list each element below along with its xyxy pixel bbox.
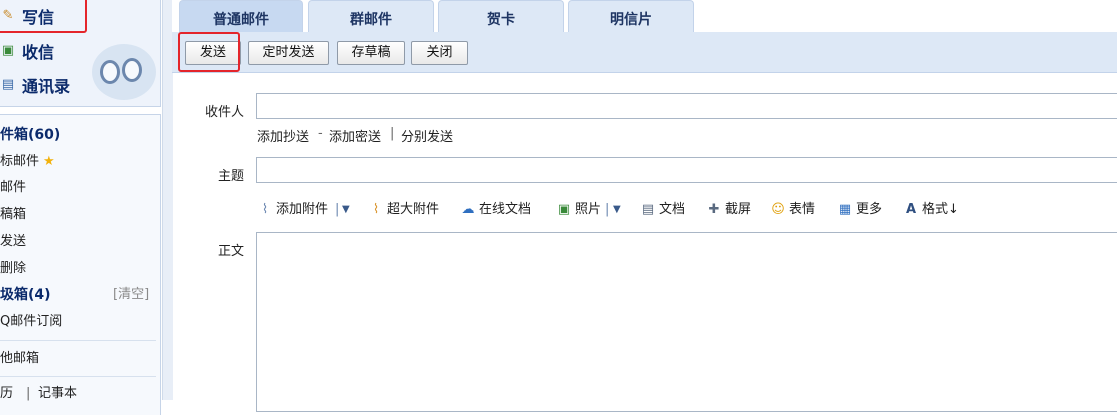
more-button[interactable]: ▦ 更多 bbox=[837, 200, 882, 220]
doc-button[interactable]: ▤ 文档 bbox=[640, 200, 685, 220]
quick-actions: ✎ 写信 ▣ 收信 ▤ 通讯录 bbox=[0, 0, 161, 107]
folder-other-mailboxes[interactable]: 他邮箱 bbox=[0, 348, 39, 370]
inbox-button[interactable]: ▣ 收信 bbox=[0, 37, 54, 65]
send-highlight bbox=[178, 32, 240, 72]
caret-down-icon[interactable]: ▼ bbox=[613, 200, 621, 220]
folder-drafts[interactable]: 稿箱 bbox=[0, 204, 26, 226]
font-icon: A bbox=[905, 202, 917, 217]
huge-attachment-label: 超大附件 bbox=[387, 202, 440, 217]
separate-send-link[interactable]: 分别发送 bbox=[401, 126, 453, 145]
links-dash: - bbox=[318, 126, 323, 141]
inbox-label: 收信 bbox=[22, 43, 55, 62]
contacts-button[interactable]: ▤ 通讯录 bbox=[0, 71, 70, 99]
folder-inbox[interactable]: 件箱(60) bbox=[0, 124, 60, 146]
online-doc-button[interactable]: ☁ 在线文档 bbox=[460, 200, 532, 220]
more-label: 更多 bbox=[856, 202, 883, 217]
calendar-notes-sep: | bbox=[26, 386, 31, 401]
to-field[interactable] bbox=[256, 93, 1117, 119]
tab-postcard[interactable]: 明信片 bbox=[568, 0, 694, 32]
compose-toolbar: 发送 定时发送 存草稿 关闭 bbox=[172, 32, 1117, 73]
to-label: 收件人 bbox=[204, 105, 244, 120]
cloud-doc-icon: ☁ bbox=[461, 202, 475, 217]
close-button[interactable]: 关闭 bbox=[411, 41, 468, 65]
screenshot-icon: ✚ bbox=[708, 202, 720, 217]
mascot-eye-right bbox=[122, 58, 142, 82]
folder-qq-subscribe[interactable]: Q邮件订阅 bbox=[0, 311, 62, 333]
sidebar: ✎ 写信 ▣ 收信 ▤ 通讯录 件箱(60) 标邮件 ★ 邮件 稿箱 发送 删除 … bbox=[0, 0, 162, 415]
photo-button[interactable]: ▣ 照片 bbox=[556, 200, 601, 220]
folder-divider bbox=[0, 376, 156, 377]
format-button[interactable]: A 格式↓ bbox=[903, 200, 959, 220]
grid-icon: ▦ bbox=[838, 202, 852, 217]
subject-label: 主题 bbox=[217, 169, 244, 184]
tab-group-mail[interactable]: 群邮件 bbox=[308, 0, 434, 32]
body-label: 正文 bbox=[217, 244, 244, 259]
format-label: 格式↓ bbox=[922, 202, 959, 217]
subject-field[interactable] bbox=[256, 157, 1117, 183]
junk-clear-link[interactable]: [清空] bbox=[113, 284, 149, 306]
online-doc-label: 在线文档 bbox=[479, 202, 532, 217]
folder-starred[interactable]: 标邮件 ★ bbox=[0, 151, 55, 173]
emoji-label: 表情 bbox=[789, 202, 816, 217]
tab-greeting-card[interactable]: 贺卡 bbox=[438, 0, 564, 32]
folder-sent[interactable]: 发送 bbox=[0, 231, 26, 253]
links-separator: | bbox=[390, 126, 395, 141]
notes-link[interactable]: 记事本 bbox=[38, 383, 77, 405]
add-cc-link[interactable]: 添加抄送 bbox=[257, 126, 309, 145]
compose-tabs: 普通邮件 群邮件 贺卡 明信片 bbox=[172, 0, 1117, 32]
folder-list: 件箱(60) 标邮件 ★ 邮件 稿箱 发送 删除 圾箱(4) [清空] Q邮件订阅… bbox=[0, 114, 161, 415]
star-icon: ★ bbox=[43, 154, 55, 169]
screenshot-button[interactable]: ✚ 截屏 bbox=[706, 200, 751, 220]
inbox-icon: ▣ bbox=[1, 43, 15, 58]
smiley-icon: ☺ bbox=[771, 202, 785, 217]
attachment-pipe: | bbox=[335, 202, 340, 217]
photo-icon: ▣ bbox=[557, 202, 571, 217]
add-attachment-button[interactable]: ⌇ 添加附件 bbox=[257, 200, 328, 220]
caret-down-icon[interactable]: ▼ bbox=[342, 200, 350, 220]
folder-divider bbox=[0, 340, 156, 341]
scheduled-send-button[interactable]: 定时发送 bbox=[248, 41, 329, 65]
calendar-link[interactable]: 历 bbox=[0, 383, 13, 405]
huge-attachment-button[interactable]: ⌇ 超大附件 bbox=[368, 200, 439, 220]
document-icon: ▤ bbox=[641, 202, 655, 217]
save-draft-button[interactable]: 存草稿 bbox=[337, 41, 405, 65]
paperclip-icon: ⌇ bbox=[261, 202, 269, 217]
body-editor[interactable] bbox=[256, 232, 1117, 412]
screenshot-label: 截屏 bbox=[725, 202, 752, 217]
doc-label: 文档 bbox=[659, 202, 686, 217]
add-attachment-label: 添加附件 bbox=[276, 202, 329, 217]
folder-junk[interactable]: 圾箱(4) bbox=[0, 284, 51, 306]
photo-label: 照片 bbox=[575, 202, 602, 217]
folder-starred-label: 标邮件 bbox=[0, 154, 40, 169]
write-highlight bbox=[0, 0, 87, 33]
emoji-button[interactable]: ☺ 表情 bbox=[770, 200, 815, 220]
paperclip-icon: ⌇ bbox=[372, 202, 380, 217]
folder-deleted[interactable]: 删除 bbox=[0, 258, 26, 280]
add-bcc-link[interactable]: 添加密送 bbox=[329, 126, 381, 145]
photo-pipe: | bbox=[605, 202, 610, 217]
folder-groups[interactable]: 邮件 bbox=[0, 177, 26, 199]
tab-normal-mail[interactable]: 普通邮件 bbox=[179, 0, 303, 32]
contacts-label: 通讯录 bbox=[22, 77, 71, 96]
mascot-eye-left bbox=[100, 60, 120, 84]
address-book-icon: ▤ bbox=[1, 77, 15, 92]
